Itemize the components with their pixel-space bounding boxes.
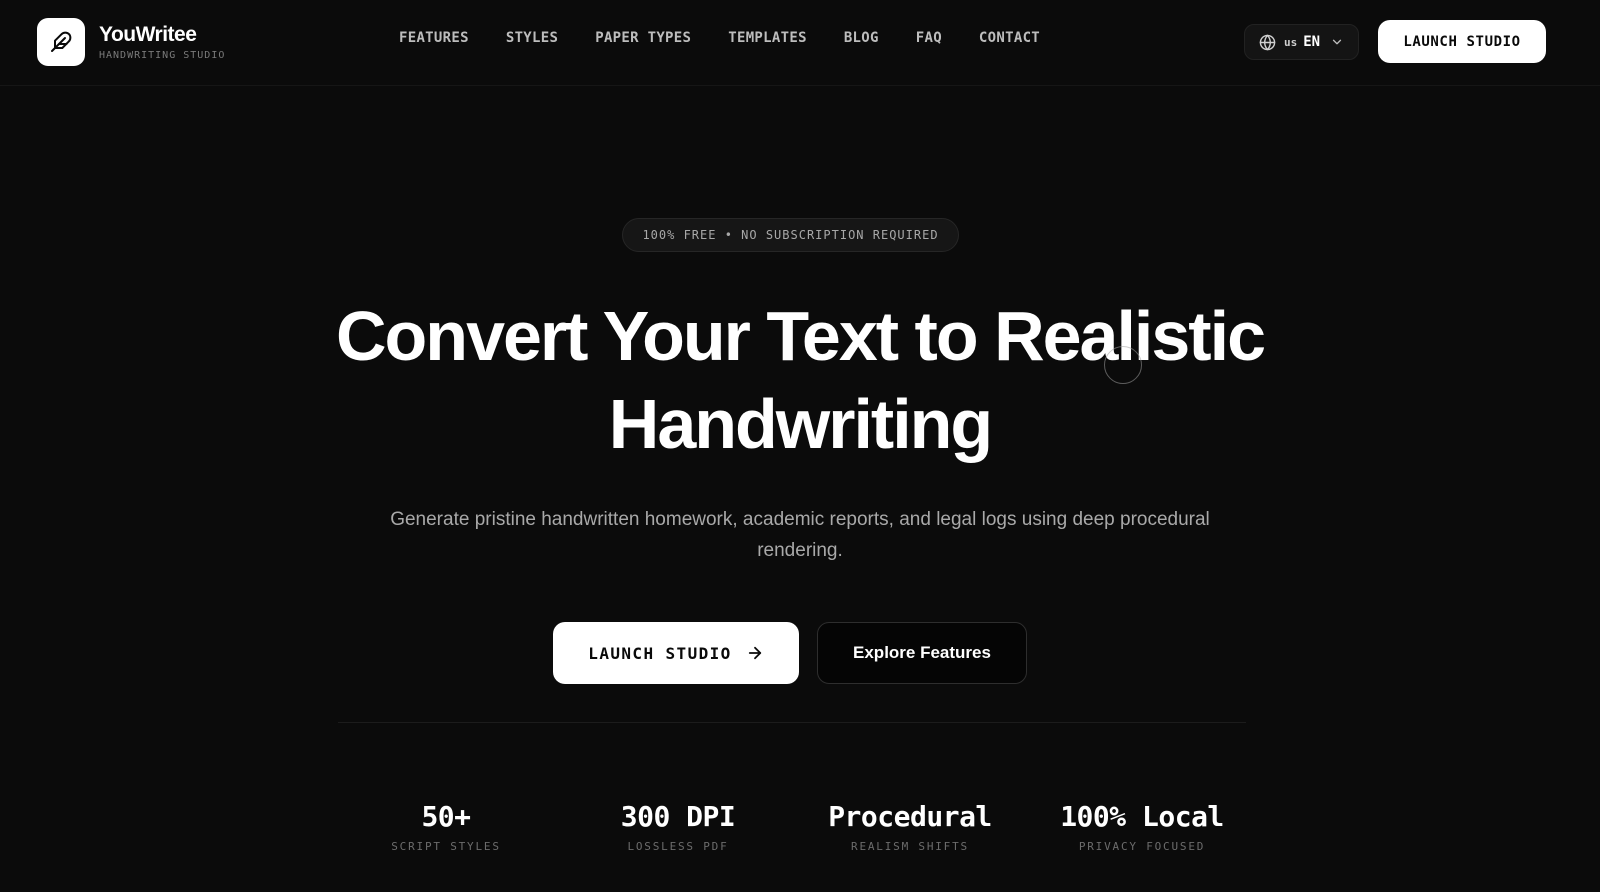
brand-name: YouWritee — [99, 23, 197, 46]
stat-label: LOSSLESS PDF — [627, 840, 729, 853]
main-nav: FEATURES STYLES PAPER TYPES TEMPLATES BL… — [399, 30, 1040, 46]
chevron-down-icon — [1332, 39, 1342, 45]
hero-title: Convert Your Text to Realistic Handwriti… — [200, 292, 1400, 468]
cursor-ring — [1104, 346, 1142, 384]
stat-item: 300 DPI LOSSLESS PDF — [562, 800, 794, 853]
globe-icon — [1259, 34, 1276, 50]
stat-value: Procedural — [828, 800, 992, 833]
stat-value: 100% Local — [1060, 800, 1224, 833]
hero-launch-studio-label: LAUNCH STUDIO — [588, 643, 732, 663]
stat-label: SCRIPT STYLES — [391, 840, 501, 853]
brand[interactable]: YouWritee HANDWRITING STUDIO — [37, 18, 225, 66]
stat-value: 50+ — [421, 800, 471, 833]
stats-row: 50+ SCRIPT STYLES 300 DPI LOSSLESS PDF P… — [330, 800, 1260, 853]
arrow-right-icon — [748, 646, 761, 660]
stat-item: Procedural REALISM SHIFTS — [794, 800, 1026, 853]
stat-value: 300 DPI — [620, 800, 736, 833]
stat-item: 100% Local PRIVACY FOCUSED — [1026, 800, 1258, 853]
language-selector[interactable]: us EN — [1244, 24, 1359, 60]
hero-launch-studio-button[interactable]: LAUNCH STUDIO — [553, 622, 799, 684]
brand-tagline: HANDWRITING STUDIO — [99, 50, 226, 61]
header-launch-studio-button[interactable]: LAUNCH STUDIO — [1378, 20, 1546, 63]
feather-icon — [51, 31, 72, 52]
site-header: YouWritee HANDWRITING STUDIO FEATURES ST… — [0, 0, 1600, 86]
nav-item-contact[interactable]: CONTACT — [979, 30, 1040, 46]
stat-label: PRIVACY FOCUSED — [1078, 840, 1206, 853]
nav-item-faq[interactable]: FAQ — [916, 30, 942, 46]
brand-text: YouWritee HANDWRITING STUDIO — [99, 23, 225, 61]
landing-page: YouWritee HANDWRITING STUDIO FEATURES ST… — [0, 0, 1600, 892]
language-code: EN — [1303, 34, 1321, 50]
language-flag: us — [1284, 35, 1298, 49]
hero-title-line-2: Handwriting — [608, 385, 993, 463]
brand-logo[interactable] — [37, 18, 85, 66]
stat-item: 50+ SCRIPT STYLES — [330, 800, 562, 853]
nav-item-templates[interactable]: TEMPLATES — [728, 30, 807, 46]
stat-label: REALISM SHIFTS — [851, 840, 969, 853]
explore-features-button[interactable]: Explore Features — [817, 622, 1027, 684]
free-badge: 100% FREE • NO SUBSCRIPTION REQUIRED — [622, 218, 959, 252]
section-divider — [338, 722, 1246, 723]
nav-item-features[interactable]: FEATURES — [399, 30, 469, 46]
hero-subtitle: Generate pristine handwritten homework, … — [390, 509, 1210, 561]
nav-item-paper-types[interactable]: PAPER TYPES — [595, 30, 691, 46]
nav-item-styles[interactable]: STYLES — [506, 30, 558, 46]
nav-item-blog[interactable]: BLOG — [844, 30, 879, 46]
